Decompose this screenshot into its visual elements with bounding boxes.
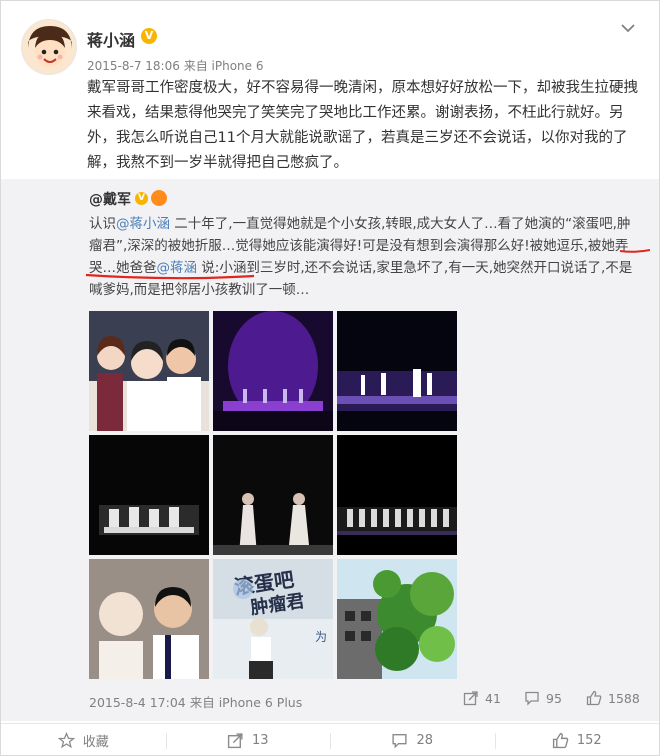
photo-thumbnail[interactable] (89, 311, 209, 431)
repost-text: 认识@蒋小涵 二十年了,一直觉得她就是个小女孩,转眼,成大女人了…看了她演的“滚… (89, 213, 639, 301)
photo-thumbnail[interactable] (89, 435, 209, 555)
photo-thumbnail[interactable] (213, 311, 333, 431)
photo-thumbnail[interactable] (337, 311, 457, 431)
thumbs-up-icon (552, 732, 569, 749)
comment-icon (525, 691, 539, 706)
comment-count: 95 (546, 690, 562, 706)
repost-source[interactable]: 来自 iPhone 6 Plus (190, 695, 303, 710)
post-timestamp[interactable]: 2015-8-7 18:06 (87, 59, 180, 73)
repost-button-count: 13 (251, 733, 269, 748)
post-source[interactable]: 来自 iPhone 6 (184, 59, 264, 73)
poster-character: 为 (315, 630, 327, 644)
mention-link[interactable]: @蒋小涵 (116, 216, 170, 232)
medal-icon (151, 190, 167, 206)
repost-verified-icon: V (135, 192, 148, 205)
avatar[interactable] (21, 19, 77, 75)
photo-thumbnail[interactable] (337, 435, 457, 555)
comment-button-count: 28 (416, 733, 434, 748)
photo-grid: 滚蛋吧 肿瘤君 为 (89, 311, 463, 685)
favorite-button[interactable]: 收藏 (1, 724, 166, 756)
verified-icon: V (141, 28, 157, 44)
repost-text-part: 认识 (89, 216, 116, 232)
like-button-count: 152 (576, 733, 602, 748)
post-text: 戴军哥哥工作密度极大，好不容易得一晚清闲，原本想好好放松一下，却被我生拉硬拽来看… (87, 80, 638, 171)
share-icon (227, 733, 243, 749)
share-icon (463, 691, 478, 706)
repost-author[interactable]: @戴军 (89, 189, 131, 209)
repost-timestamp[interactable]: 2015-8-4 17:04 (89, 695, 186, 710)
action-bar: 收藏 13 28 152 (1, 723, 659, 756)
repost-share-stat[interactable]: 41 (463, 690, 501, 706)
thumbs-up-icon (586, 690, 602, 706)
repost-like-stat[interactable]: 1588 (586, 690, 640, 706)
repost-comment-stat[interactable]: 95 (524, 690, 562, 706)
photo-thumbnail[interactable]: 滚蛋吧 肿瘤君 为 (213, 559, 333, 679)
author-name[interactable]: 蒋小涵 (87, 27, 135, 51)
annotation-underline (620, 249, 650, 253)
chevron-down-icon[interactable] (619, 19, 637, 37)
comment-button[interactable]: 28 (330, 724, 495, 756)
like-button[interactable]: 152 (494, 724, 660, 756)
like-count: 1588 (608, 690, 640, 706)
repost-button[interactable]: 13 (165, 724, 331, 756)
repost-meta: 2015-8-4 17:04 来自 iPhone 6 Plus (89, 692, 302, 711)
post-meta: 2015-8-7 18:06 来自 iPhone 6 (87, 57, 263, 74)
star-icon (57, 732, 75, 749)
comment-icon (392, 733, 408, 749)
photo-thumbnail[interactable] (213, 435, 333, 555)
repost-count: 41 (485, 690, 501, 706)
favorite-label: 收藏 (82, 735, 109, 750)
annotation-underline (86, 273, 254, 280)
photo-thumbnail[interactable] (337, 559, 457, 679)
weibo-card: 蒋小涵 V 2015-8-7 18:06 来自 iPhone 6 戴军哥哥工作密… (0, 0, 660, 756)
photo-thumbnail[interactable] (89, 559, 209, 679)
